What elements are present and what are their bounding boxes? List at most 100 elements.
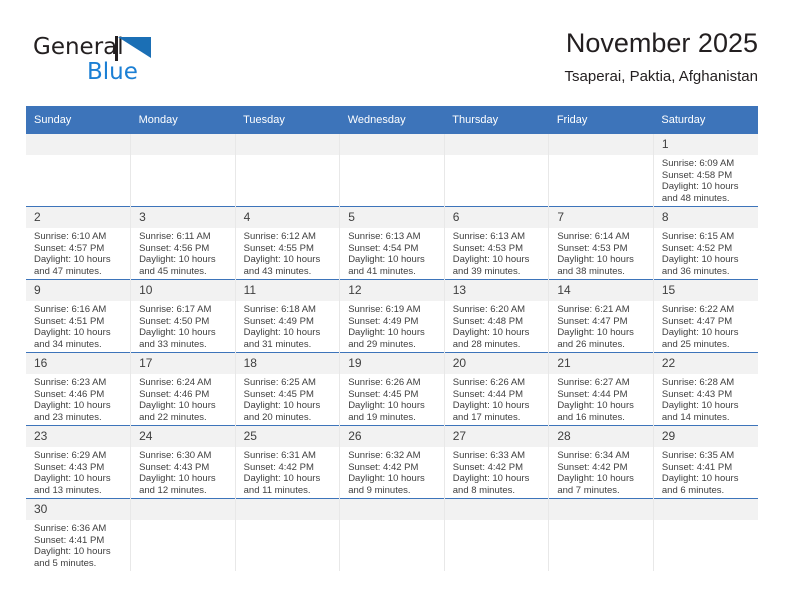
sunset-text: Sunset: 4:53 PM — [557, 242, 628, 254]
calendar-day-cell[interactable]: 21 Sunrise: 6:27 AM Sunset: 4:44 PM Dayligh… — [548, 352, 654, 426]
calendar-week-row: 1 Sunrise: 6:09 AM Sunset: 4:58 PM Daylight… — [26, 134, 758, 207]
day-details: Sunrise: 6:35 AM Sunset: 4:41 PM Daylight:… — [654, 447, 758, 496]
day-details: Sunrise: 6:20 AM Sunset: 4:48 PM Daylight:… — [445, 301, 549, 350]
calendar-day-cell[interactable]: 20 Sunrise: 6:26 AM Sunset: 4:44 PM Dayligh… — [444, 352, 550, 426]
day-details: Sunrise: 6:25 AM Sunset: 4:45 PM Daylight:… — [236, 374, 340, 423]
calendar-day-cell[interactable]: 11 Sunrise: 6:18 AM Sunset: 4:49 PM Dayligh… — [235, 279, 341, 353]
day-details: Sunrise: 6:33 AM Sunset: 4:42 PM Daylight:… — [445, 447, 549, 496]
day-number — [340, 134, 444, 155]
logo-text-general: General — [33, 34, 124, 60]
calendar-day-cell[interactable]: 16 Sunrise: 6:23 AM Sunset: 4:46 PM Dayligh… — [26, 352, 132, 426]
sunrise-text: Sunrise: 6:18 AM — [243, 304, 316, 315]
calendar-day-cell[interactable]: 14 Sunrise: 6:21 AM Sunset: 4:47 PM Dayligh… — [548, 279, 654, 353]
calendar-day-cell[interactable]: 22 Sunrise: 6:28 AM Sunset: 4:43 PM Dayligh… — [653, 352, 758, 426]
calendar-day-cell[interactable]: 28 Sunrise: 6:34 AM Sunset: 4:42 PM Dayligh… — [548, 425, 654, 499]
day-details: Sunrise: 6:11 AM Sunset: 4:56 PM Daylight:… — [131, 228, 235, 277]
calendar-day-cell[interactable]: 4 Sunrise: 6:12 AM Sunset: 4:55 PM Daylight… — [235, 206, 341, 280]
calendar-day-cell[interactable]: 25 Sunrise: 6:31 AM Sunset: 4:42 PM Dayligh… — [235, 425, 341, 499]
day-details: Sunrise: 6:13 AM Sunset: 4:54 PM Daylight:… — [340, 228, 444, 277]
day-number — [549, 499, 653, 520]
calendar-day-cell[interactable]: 15 Sunrise: 6:22 AM Sunset: 4:47 PM Dayligh… — [653, 279, 758, 353]
sunrise-text: Sunrise: 6:09 AM — [661, 158, 735, 169]
flag-sail-shape — [118, 37, 151, 58]
calendar-day-cell[interactable]: 12 Sunrise: 6:19 AM Sunset: 4:49 PM Dayligh… — [339, 279, 445, 353]
weekday-header-row: Sunday Monday Tuesday Wednesday Thursday Frid… — [26, 106, 758, 134]
calendar-day-cell[interactable]: 18 Sunrise: 6:25 AM Sunset: 4:45 PM Dayligh… — [235, 352, 341, 426]
calendar-day-cell-empty — [130, 134, 236, 207]
calendar-day-cell-empty — [339, 134, 445, 207]
calendar-day-cell-empty — [339, 498, 445, 571]
sunrise-text: Sunrise: 6:12 AM — [243, 231, 316, 242]
sunrise-text: Sunrise: 6:14 AM — [557, 231, 630, 242]
sunset-text: Sunset: 4:45 PM — [243, 388, 314, 400]
sunset-text: Sunset: 4:41 PM — [34, 534, 105, 546]
day-number: 19 — [340, 353, 444, 374]
sunrise-text: Sunrise: 6:21 AM — [557, 304, 630, 315]
calendar-day-cell[interactable]: 7 Sunrise: 6:14 AM Sunset: 4:53 PM Daylight… — [548, 206, 654, 280]
sunset-text: Sunset: 4:43 PM — [139, 461, 210, 473]
calendar-day-cell[interactable]: 24 Sunrise: 6:30 AM Sunset: 4:43 PM Dayligh… — [130, 425, 236, 499]
day-number: 21 — [549, 353, 653, 374]
day-number — [131, 134, 235, 155]
day-number: 8 — [653, 207, 758, 228]
calendar-day-cell[interactable]: 9 Sunrise: 6:16 AM Sunset: 4:51 PM Daylight… — [26, 279, 132, 353]
day-details: Sunrise: 6:34 AM Sunset: 4:42 PM Daylight:… — [549, 447, 653, 496]
calendar-day-cell[interactable]: 30 Sunrise: 6:36 AM Sunset: 4:41 PM Dayligh… — [26, 498, 132, 571]
calendar-day-cell[interactable]: 23 Sunrise: 6:29 AM Sunset: 4:43 PM Dayligh… — [26, 425, 132, 499]
sunset-text: Sunset: 4:47 PM — [557, 315, 628, 327]
day-number: 10 — [131, 280, 235, 301]
calendar-day-cell-empty — [130, 498, 236, 571]
sunrise-text: Sunrise: 6:34 AM — [557, 450, 630, 461]
sunrise-text: Sunrise: 6:33 AM — [452, 450, 526, 461]
daylight-text: Daylight: 10 hours and 38 minutes. — [557, 254, 634, 277]
sunrise-text: Sunrise: 6:24 AM — [139, 377, 212, 388]
day-number: 17 — [131, 353, 235, 374]
calendar-day-cell[interactable]: 17 Sunrise: 6:24 AM Sunset: 4:46 PM Dayligh… — [130, 352, 236, 426]
day-number: 6 — [444, 207, 549, 228]
calendar-day-cell[interactable]: 27 Sunrise: 6:33 AM Sunset: 4:42 PM Dayligh… — [444, 425, 550, 499]
calendar-day-cell[interactable]: 13 Sunrise: 6:20 AM Sunset: 4:48 PM Dayligh… — [444, 279, 550, 353]
day-number: 27 — [444, 426, 549, 447]
daylight-text: Daylight: 10 hours and 28 minutes. — [452, 327, 530, 350]
daylight-text: Daylight: 10 hours and 26 minutes. — [557, 327, 634, 350]
calendar-day-cell[interactable]: 3 Sunrise: 6:11 AM Sunset: 4:56 PM Daylight… — [130, 206, 236, 280]
sunset-text: Sunset: 4:55 PM — [243, 242, 314, 254]
sunrise-text: Sunrise: 6:27 AM — [557, 377, 630, 388]
calendar-day-cell[interactable]: 29 Sunrise: 6:35 AM Sunset: 4:41 PM Dayligh… — [653, 425, 758, 499]
day-details: Sunrise: 6:10 AM Sunset: 4:57 PM Daylight:… — [26, 228, 130, 277]
sunset-text: Sunset: 4:56 PM — [139, 242, 210, 254]
calendar-day-cell[interactable]: 19 Sunrise: 6:26 AM Sunset: 4:45 PM Dayligh… — [339, 352, 445, 426]
calendar-day-cell[interactable]: 6 Sunrise: 6:13 AM Sunset: 4:53 PM Daylight… — [444, 206, 550, 280]
calendar-day-cell[interactable]: 5 Sunrise: 6:13 AM Sunset: 4:54 PM Daylight… — [339, 206, 445, 280]
calendar-day-cell[interactable]: 8 Sunrise: 6:15 AM Sunset: 4:52 PM Daylight… — [653, 206, 758, 280]
sunset-text: Sunset: 4:49 PM — [243, 315, 314, 327]
calendar-day-cell[interactable]: 26 Sunrise: 6:32 AM Sunset: 4:42 PM Dayligh… — [339, 425, 445, 499]
day-number: 15 — [653, 280, 758, 301]
daylight-text: Daylight: 10 hours and 29 minutes. — [348, 327, 425, 350]
day-number: 7 — [549, 207, 653, 228]
calendar-page: General Blue November 2025 Tsaperai, Pak… — [0, 0, 792, 612]
day-number — [26, 134, 131, 155]
day-number: 9 — [26, 280, 131, 301]
day-number: 24 — [131, 426, 235, 447]
daylight-text: Daylight: 10 hours and 5 minutes. — [34, 546, 111, 569]
calendar-day-cell[interactable]: 2 Sunrise: 6:10 AM Sunset: 4:57 PM Daylight… — [26, 206, 132, 280]
calendar-day-cell[interactable]: 1 Sunrise: 6:09 AM Sunset: 4:58 PM Daylight… — [653, 134, 758, 207]
weekday-header-thursday: Thursday — [444, 106, 549, 134]
day-number: 29 — [653, 426, 758, 447]
daylight-text: Daylight: 10 hours and 7 minutes. — [557, 473, 634, 496]
day-number: 12 — [340, 280, 444, 301]
weekday-header-monday: Monday — [130, 106, 236, 134]
day-number — [235, 499, 340, 520]
day-number — [444, 499, 549, 520]
day-details: Sunrise: 6:26 AM Sunset: 4:44 PM Daylight:… — [445, 374, 549, 423]
calendar-body: 1 Sunrise: 6:09 AM Sunset: 4:58 PM Daylight… — [26, 134, 758, 571]
sunrise-text: Sunrise: 6:36 AM — [34, 523, 107, 534]
daylight-text: Daylight: 10 hours and 17 minutes. — [452, 400, 530, 423]
calendar-day-cell[interactable]: 10 Sunrise: 6:17 AM Sunset: 4:50 PM Dayligh… — [130, 279, 236, 353]
general-blue-logo[interactable]: General Blue — [33, 34, 213, 94]
daylight-text: Daylight: 10 hours and 20 minutes. — [243, 400, 321, 423]
day-number: 28 — [549, 426, 653, 447]
day-number: 25 — [235, 426, 340, 447]
calendar-day-cell-empty — [26, 134, 132, 207]
